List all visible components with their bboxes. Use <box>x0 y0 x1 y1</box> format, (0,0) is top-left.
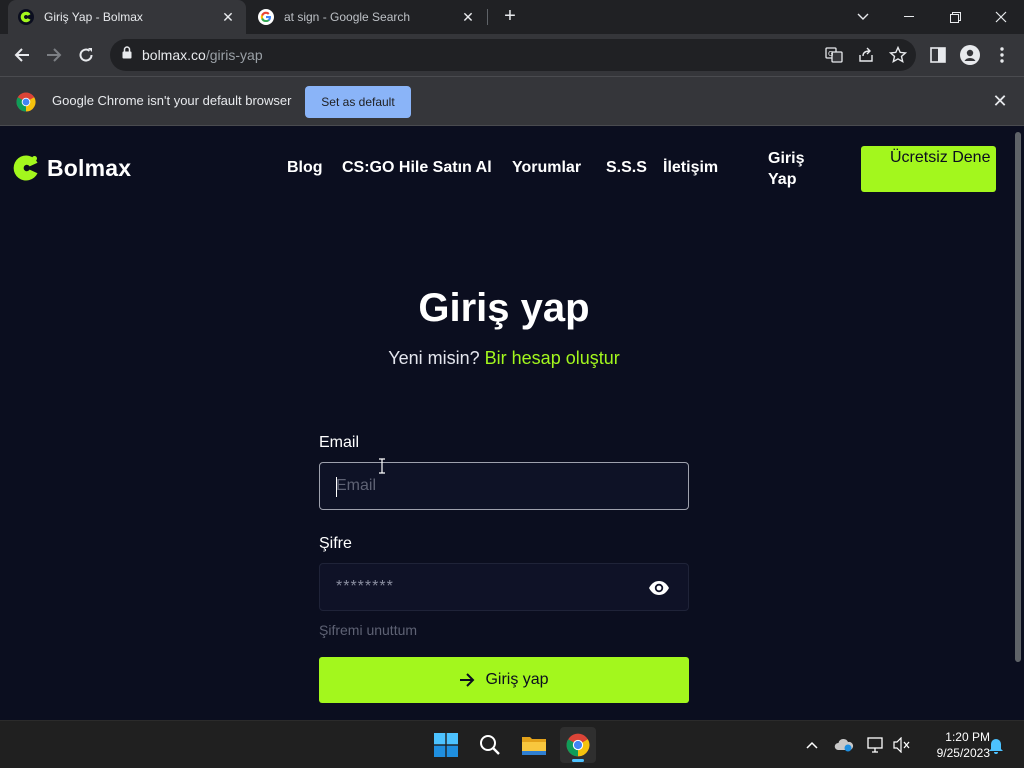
login-submit-button[interactable]: Giriş yap <box>319 657 689 703</box>
tab-title: Giriş Yap - Bolmax <box>44 10 143 24</box>
lock-icon[interactable] <box>122 46 132 64</box>
share-icon[interactable] <box>856 45 876 65</box>
email-label: Email <box>319 434 360 451</box>
new-tab-plus-icon[interactable]: + <box>498 5 522 29</box>
reload-icon[interactable] <box>72 41 100 69</box>
page-title: Giriş yap <box>418 286 590 330</box>
text-caret <box>336 477 337 497</box>
chrome-logo-icon <box>16 92 36 117</box>
nav-blog[interactable]: Blog <box>287 159 323 177</box>
clock-time: 1:20 PM <box>945 730 990 744</box>
windows-taskbar: 1:20 PM 9/25/2023 <box>0 720 1024 768</box>
email-field-wrapper <box>319 462 689 510</box>
tab-strip: Giriş Yap - Bolmax ✕ at sign - Google Se… <box>0 0 1024 34</box>
onedrive-cloud-icon[interactable] <box>834 735 854 755</box>
tab-google[interactable]: at sign - Google Search ✕ <box>248 0 486 34</box>
show-hidden-icons-chevron-icon[interactable] <box>802 735 822 755</box>
profile-avatar-icon[interactable] <box>960 45 980 65</box>
bookmark-star-icon[interactable] <box>888 45 908 65</box>
search-icon[interactable] <box>472 727 508 763</box>
set-as-default-button[interactable]: Set as default <box>305 86 411 118</box>
volume-muted-icon[interactable] <box>892 735 912 755</box>
translate-icon[interactable]: G <box>824 45 844 65</box>
password-label: Şifre <box>319 535 352 552</box>
tab-divider <box>487 9 488 25</box>
tab-title: at sign - Google Search <box>284 10 411 24</box>
tab-search-chevron-icon[interactable] <box>840 0 886 34</box>
default-browser-infobar: Google Chrome isn't your default browser… <box>0 76 1024 126</box>
nav-iletisim[interactable]: İletişim <box>663 159 718 177</box>
infobar-close-icon[interactable]: ✕ <box>990 91 1010 111</box>
minimize-icon[interactable] <box>886 0 932 34</box>
nav-sss[interactable]: S.S.S <box>606 159 647 177</box>
system-clock[interactable]: 1:20 PM 9/25/2023 <box>918 729 990 761</box>
infobar-message: Google Chrome isn't your default browser <box>52 93 292 108</box>
free-trial-button[interactable]: Ücretsiz Dene <box>861 146 996 192</box>
tab-bolmax[interactable]: Giriş Yap - Bolmax ✕ <box>8 0 246 34</box>
side-panel-icon[interactable] <box>928 45 948 65</box>
bolmax-favicon-icon <box>18 9 34 25</box>
bolmax-logo-icon <box>13 155 38 181</box>
brand-name: Bolmax <box>47 154 132 181</box>
password-field-wrapper <box>319 563 689 611</box>
ibeam-cursor-icon <box>379 458 385 474</box>
restore-icon[interactable] <box>932 0 978 34</box>
notification-bell-icon[interactable] <box>986 735 1006 755</box>
chrome-taskbar-icon[interactable] <box>560 727 596 763</box>
scrollbar-thumb[interactable] <box>1015 132 1021 662</box>
svg-text:G: G <box>828 50 833 58</box>
password-input[interactable] <box>320 564 688 610</box>
signup-prompt-text: Yeni misin? <box>388 348 480 368</box>
arrow-right-icon <box>460 673 475 687</box>
signup-prompt: Yeni misin? Bir hesap oluştur <box>0 348 1008 369</box>
login-submit-label: Giriş yap <box>485 671 549 688</box>
active-app-indicator <box>572 759 584 762</box>
network-icon[interactable] <box>866 735 886 755</box>
browser-toolbar: bolmax.co/giris-yap G <box>0 34 1024 76</box>
forward-arrow-icon[interactable] <box>40 41 68 69</box>
show-password-eye-icon[interactable] <box>648 578 670 598</box>
email-input[interactable] <box>320 463 688 509</box>
url-text: bolmax.co/giris-yap <box>142 47 263 63</box>
google-favicon-icon <box>258 9 274 25</box>
tab-close-icon[interactable]: ✕ <box>220 9 236 25</box>
page-viewport: Bolmax Blog CS:GO Hile Satın Al Yorumlar… <box>0 126 1012 720</box>
create-account-link[interactable]: Bir hesap oluştur <box>485 348 620 368</box>
nav-yorumlar[interactable]: Yorumlar <box>512 159 581 177</box>
forgot-password-link[interactable]: Şifremi unuttum <box>319 622 417 638</box>
page-scrollbar[interactable] <box>1012 126 1024 720</box>
close-window-icon[interactable] <box>978 0 1024 34</box>
nav-csgo-hile[interactable]: CS:GO Hile Satın Al <box>342 159 492 177</box>
chrome-menu-icon[interactable] <box>992 45 1012 65</box>
address-bar[interactable]: bolmax.co/giris-yap <box>110 39 916 71</box>
tab-close-icon[interactable]: ✕ <box>460 9 476 25</box>
nav-login[interactable]: Giriş Yap <box>768 148 818 190</box>
back-arrow-icon[interactable] <box>8 41 36 69</box>
start-windows-icon[interactable] <box>428 727 464 763</box>
file-explorer-icon[interactable] <box>516 727 552 763</box>
site-logo[interactable]: Bolmax <box>12 154 131 182</box>
clock-date: 9/25/2023 <box>936 746 990 760</box>
